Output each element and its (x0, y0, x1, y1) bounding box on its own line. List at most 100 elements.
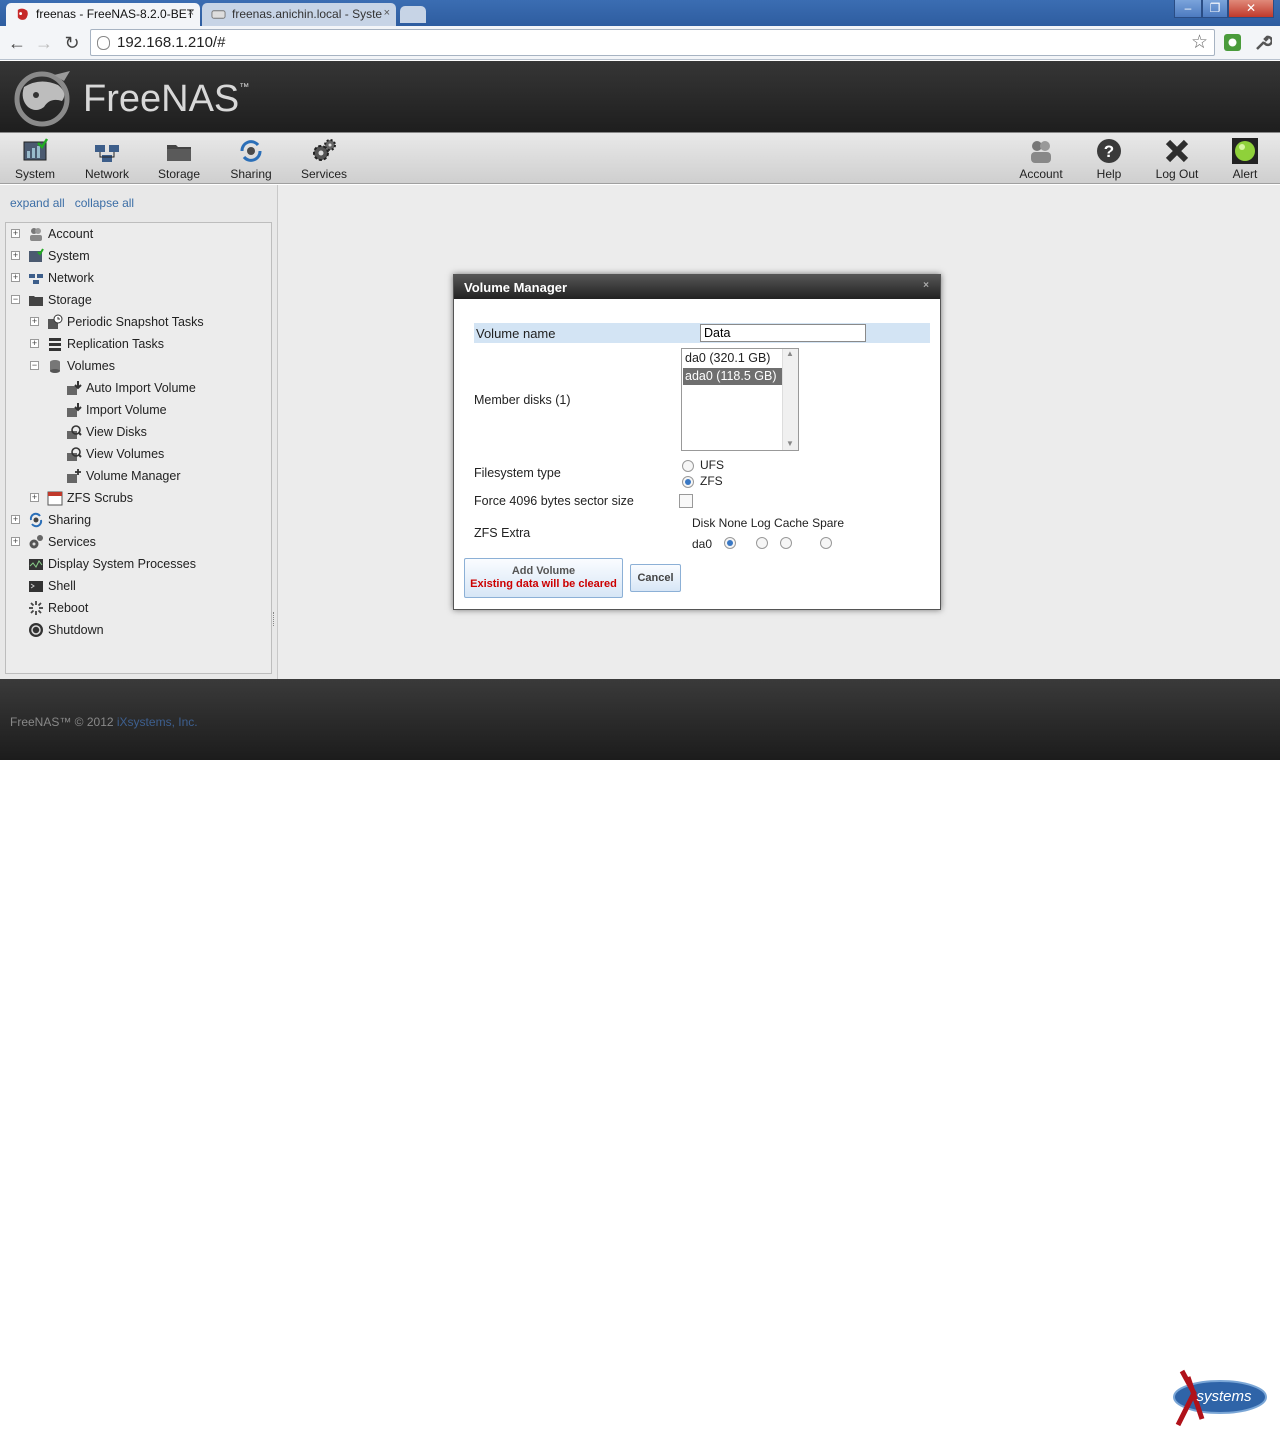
expand-toggle-icon[interactable]: + (11, 515, 20, 524)
tree-item-periodic-snapshot-tasks[interactable]: + Periodic Snapshot Tasks (30, 312, 260, 332)
pane-splitter[interactable] (273, 612, 276, 626)
nav-label: Services (300, 167, 347, 181)
back-arrow-icon[interactable]: ← (6, 32, 28, 54)
replication-icon (49, 338, 61, 351)
fs-zfs-label: ZFS (700, 474, 723, 488)
address-bar[interactable]: 192.168.1.210/# ☆ (90, 29, 1215, 56)
member-disks-select[interactable]: da0 (320.1 GB) ada0 (118.5 GB) ▲ ▼ (681, 348, 799, 451)
tree-label: Volume Manager (86, 469, 181, 483)
bookmark-star-icon[interactable]: ☆ (1191, 31, 1208, 54)
expand-toggle-icon[interactable]: + (11, 251, 20, 260)
tree-item-network[interactable]: + Network (11, 268, 261, 288)
add-volume-button[interactable]: Add Volume Existing data will be cleared (464, 558, 623, 598)
import-volume-icon (67, 403, 82, 417)
tree-item-volumes[interactable]: − Volumes (30, 356, 260, 376)
sidebar: expand all collapse all + Account + Syst… (0, 185, 277, 679)
zfs-extra-log-radio[interactable] (756, 537, 768, 549)
expand-toggle-icon[interactable]: + (11, 229, 20, 238)
tree-item-view-disks[interactable]: View Disks (66, 422, 266, 442)
tree-item-shutdown[interactable]: Shutdown (11, 620, 261, 640)
nav-label: Network (84, 167, 129, 181)
minimize-button[interactable]: – (1174, 0, 1202, 18)
tree-label: Import Volume (86, 403, 167, 417)
window-close-button[interactable]: ✕ (1228, 0, 1274, 18)
volume-name-row: Volume name Data (474, 323, 930, 343)
nav-network[interactable]: Network (82, 137, 132, 181)
expand-toggle-icon[interactable]: + (30, 493, 39, 502)
tree-item-reboot[interactable]: Reboot (11, 598, 261, 618)
disk-option-ada0[interactable]: ada0 (118.5 GB) (683, 368, 783, 385)
reload-icon[interactable]: ↻ (61, 32, 83, 54)
zfs-extra-spare-radio[interactable] (820, 537, 832, 549)
snapshot-icon (48, 314, 63, 329)
cancel-button[interactable]: Cancel (630, 564, 681, 592)
tab-close-icon[interactable]: × (188, 7, 194, 19)
sharing-icon (29, 512, 43, 528)
tree-label: Shutdown (48, 623, 104, 637)
zfs-extra-none-radio[interactable] (724, 537, 736, 549)
nav-storage[interactable]: Storage (156, 137, 202, 181)
volume-name-input[interactable]: Data (700, 324, 866, 342)
tree-item-import-volume[interactable]: Import Volume (66, 400, 266, 420)
tree-label: System (48, 249, 90, 263)
collapse-all-link[interactable]: collapse all (75, 196, 134, 210)
nav-label: Help (1096, 167, 1122, 181)
volume-name-label: Volume name (476, 326, 556, 341)
force-4096-checkbox[interactable] (679, 494, 693, 508)
tree-item-view-volumes[interactable]: View Volumes (66, 444, 266, 464)
disk-list-scrollbar[interactable]: ▲ ▼ (782, 349, 798, 450)
tree-item-system[interactable]: + System (11, 246, 261, 266)
nav-system[interactable]: System (12, 137, 58, 181)
tree-label: Reboot (48, 601, 89, 615)
disk-option-da0[interactable]: da0 (320.1 GB) (683, 350, 783, 367)
extension-icon[interactable] (1223, 33, 1242, 52)
tree-item-shell[interactable]: Shell (11, 576, 261, 596)
expand-toggle-icon[interactable]: + (30, 317, 39, 326)
tree-item-services[interactable]: + Services (11, 532, 261, 552)
new-tab-button[interactable] (400, 6, 426, 23)
browser-tab-freenas[interactable]: freenas - FreeNAS-8.2.0-BET × (6, 3, 200, 26)
tree-item-auto-import-volume[interactable]: Auto Import Volume (66, 378, 266, 398)
tree-label: Sharing (48, 513, 92, 527)
expand-all-link[interactable]: expand all (10, 196, 65, 210)
zfs-extra-cache-radio[interactable] (780, 537, 792, 549)
power-icon (29, 623, 43, 637)
zfs-extra-label: ZFS Extra (474, 526, 531, 540)
fs-zfs-radio[interactable] (682, 476, 694, 488)
url-text: 192.168.1.210/# (117, 34, 226, 51)
tab-close-icon[interactable]: × (384, 7, 390, 19)
network-icon (95, 145, 119, 162)
expand-toggle-icon[interactable]: + (30, 339, 39, 348)
nav-sharing[interactable]: Sharing (228, 137, 274, 181)
forward-arrow-icon[interactable]: → (33, 32, 55, 54)
nav-account[interactable]: Account (1016, 137, 1066, 181)
tree-item-storage[interactable]: − Storage (11, 290, 261, 310)
scroll-up-icon[interactable]: ▲ (786, 349, 794, 358)
nav-label: Log Out (1155, 167, 1199, 181)
tree-item-zfs-scrubs[interactable]: + ZFS Scrubs (30, 488, 260, 508)
nav-logout[interactable]: Log Out (1150, 137, 1204, 181)
wrench-icon[interactable] (1253, 33, 1272, 52)
collapse-toggle-icon[interactable]: − (11, 295, 20, 304)
logout-icon (1165, 139, 1189, 163)
nav-alert[interactable]: Alert (1226, 137, 1264, 181)
nav-help[interactable]: ? Help (1090, 137, 1128, 181)
tree-item-volume-manager[interactable]: Volume Manager (66, 466, 266, 486)
tree-item-display-system-processes[interactable]: Display System Processes (11, 554, 261, 574)
tree-item-replication-tasks[interactable]: + Replication Tasks (30, 334, 260, 354)
tree-item-account[interactable]: + Account (11, 224, 261, 244)
browser-tab-anichin[interactable]: freenas.anichin.local - Syste × (202, 3, 396, 26)
expand-toggle-icon[interactable]: + (11, 537, 20, 546)
scroll-down-icon[interactable]: ▼ (786, 439, 794, 448)
expand-toggle-icon[interactable]: + (11, 273, 20, 282)
dialog-close-icon[interactable]: × (920, 280, 932, 292)
nav-label: Storage (157, 167, 201, 181)
volumes-icon (50, 360, 60, 373)
maximize-button[interactable]: ❐ (1202, 0, 1228, 18)
fs-ufs-radio[interactable] (682, 460, 694, 472)
ixsystems-link[interactable]: iXsystems, Inc. (117, 715, 198, 729)
add-volume-warning: Existing data will be cleared (470, 578, 617, 590)
collapse-toggle-icon[interactable]: − (30, 361, 39, 370)
nav-services[interactable]: Services (298, 137, 350, 181)
tree-item-sharing[interactable]: + Sharing (11, 510, 261, 530)
